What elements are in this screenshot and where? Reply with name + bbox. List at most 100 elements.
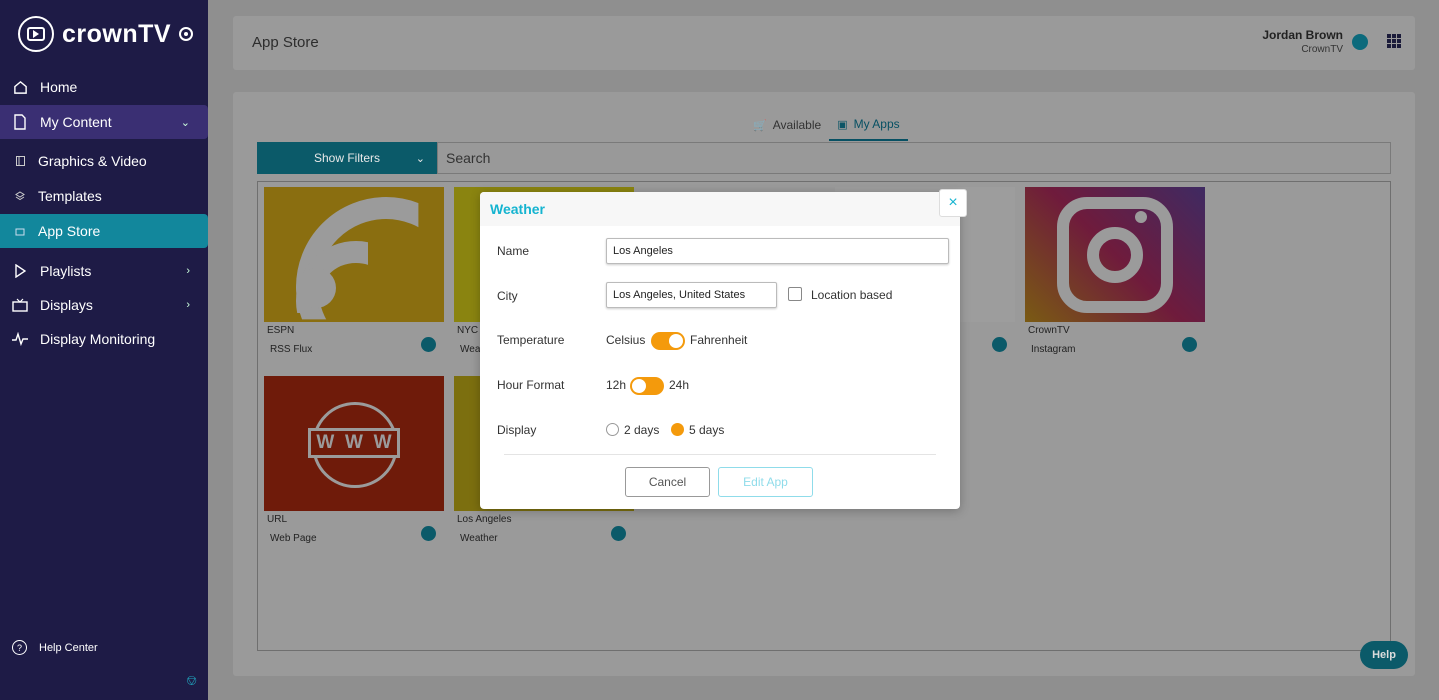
city-value: Los Angeles, United States <box>613 289 746 301</box>
avatar[interactable] <box>1352 34 1368 50</box>
two-days-radio[interactable] <box>606 423 619 436</box>
sidebar-item-label: Home <box>40 79 78 95</box>
sidebar-item-label: Displays <box>40 297 93 313</box>
app-owner: Los Angeles <box>457 514 512 525</box>
target-icon <box>179 27 194 41</box>
tab-my-apps[interactable]: ▣ My Apps <box>829 114 908 141</box>
five-days-radio[interactable] <box>671 423 684 436</box>
app-owner: ESPN <box>267 325 295 336</box>
top-bar: App Store Jordan Brown CrownTV <box>233 16 1415 70</box>
cancel-button[interactable]: Cancel <box>625 467 710 497</box>
image-icon: ▣ <box>837 118 848 131</box>
chevron-right-icon: › <box>186 265 190 277</box>
h24-label: 24h <box>669 378 690 392</box>
sidebar-item-graphics-video[interactable]: Graphics & Video <box>0 144 208 178</box>
sidebar-item-app-store[interactable]: App Store <box>0 214 208 248</box>
sidebar: crownTV Home My Content ⌄ Graphics & Vid… <box>0 0 208 700</box>
chevron-down-icon: ⌄ <box>415 152 425 165</box>
app-name: RSS Flux <box>270 344 313 355</box>
tab-available[interactable]: 🛒 Available <box>745 114 829 141</box>
document-icon <box>12 114 28 130</box>
pin-icon[interactable]: ⎊ <box>186 672 197 689</box>
sidebar-item-label: Graphics & Video <box>38 153 147 169</box>
chevron-down-icon: ⌄ <box>180 116 190 129</box>
city-field[interactable]: Los Angeles, United States <box>606 282 777 308</box>
sidebar-item-label: Playlists <box>40 263 92 279</box>
name-label: Name <box>497 244 530 258</box>
user-icon <box>421 526 436 541</box>
layers-icon <box>14 188 26 204</box>
tab-label: My Apps <box>853 117 900 131</box>
name-field[interactable]: Los Angeles <box>606 238 949 264</box>
tv-logo-icon <box>18 16 54 52</box>
edit-app-button[interactable]: Edit App <box>718 467 813 497</box>
close-icon: × <box>948 194 958 211</box>
help-center-label: Help Center <box>39 641 98 654</box>
film-icon <box>14 153 26 169</box>
two-days-label: 2 days <box>624 423 660 437</box>
hour-format-toggle[interactable] <box>630 377 664 395</box>
sidebar-item-displays[interactable]: Displays › <box>0 288 208 322</box>
sidebar-item-label: App Store <box>38 223 101 239</box>
app-card[interactable]: CrownTV Instagram <box>1025 187 1205 355</box>
app-name: Instagram <box>1031 344 1076 355</box>
apps-grid-icon[interactable] <box>1387 34 1401 48</box>
user-icon <box>1182 337 1197 352</box>
sidebar-item-label: Templates <box>38 188 102 204</box>
temperature-toggle[interactable] <box>651 332 685 350</box>
brand-name: crownTV <box>62 19 172 48</box>
divider <box>504 454 936 455</box>
fahrenheit-label: Fahrenheit <box>690 333 748 347</box>
play-icon <box>12 263 28 279</box>
help-center-link[interactable]: ? Help Center <box>12 640 98 655</box>
cart-icon: 🛒 <box>753 119 767 132</box>
sidebar-item-display-monitoring[interactable]: Display Monitoring <box>0 322 208 356</box>
user-name: Jordan Brown <box>1262 28 1343 42</box>
sidebar-item-playlists[interactable]: Playlists › <box>0 254 208 288</box>
app-owner: URL <box>267 514 288 525</box>
modal-title: Weather <box>480 192 960 226</box>
instagram-icon <box>1025 187 1205 322</box>
app-owner: CrownTV <box>1028 325 1070 336</box>
store-icon <box>14 223 26 239</box>
name-value: Los Angeles <box>613 245 673 257</box>
show-filters-label: Show Filters <box>313 151 381 165</box>
rss-icon <box>264 187 444 322</box>
temperature-label: Temperature <box>497 333 565 347</box>
pulse-icon <box>12 331 28 347</box>
sidebar-item-label: Display Monitoring <box>40 331 156 347</box>
display-label: Display <box>497 423 537 437</box>
globe-www-icon: WWW <box>264 376 444 511</box>
tv-icon <box>12 297 28 313</box>
tab-label: Available <box>772 118 822 132</box>
user-icon <box>421 337 436 352</box>
chevron-right-icon: › <box>186 299 190 311</box>
show-filters-button[interactable]: Show Filters ⌄ <box>257 142 437 174</box>
help-button[interactable]: Help <box>1360 641 1408 669</box>
hour-format-label: Hour Format <box>497 378 565 392</box>
search-input[interactable]: Search <box>437 142 1391 174</box>
toggle-knob <box>632 379 646 393</box>
sidebar-item-my-content[interactable]: My Content ⌄ <box>0 105 208 139</box>
crowntv-logo[interactable]: crownTV <box>18 16 194 52</box>
close-button[interactable]: × <box>939 189 967 217</box>
home-icon <box>12 79 28 95</box>
page-title: App Store <box>252 34 319 51</box>
city-label: City <box>497 289 518 303</box>
user-icon <box>992 337 1007 352</box>
user-org: CrownTV <box>1301 44 1343 55</box>
sidebar-item-label: My Content <box>40 114 112 130</box>
sidebar-item-home[interactable]: Home <box>0 70 208 104</box>
five-days-label: 5 days <box>689 423 725 437</box>
user-icon <box>611 526 626 541</box>
weather-modal: Weather × Name Los Angeles City Los Ange… <box>480 189 967 509</box>
search-placeholder: Search <box>446 150 491 166</box>
h12-label: 12h <box>606 378 627 392</box>
app-name: Web Page <box>270 533 317 544</box>
app-card[interactable]: WWW URL Web Page <box>264 376 444 544</box>
location-based-checkbox[interactable] <box>788 287 802 301</box>
app-card[interactable]: ESPN RSS Flux <box>264 187 444 355</box>
sidebar-item-templates[interactable]: Templates <box>0 179 208 213</box>
app-name: Weather <box>460 533 498 544</box>
celsius-label: Celsius <box>606 333 646 347</box>
